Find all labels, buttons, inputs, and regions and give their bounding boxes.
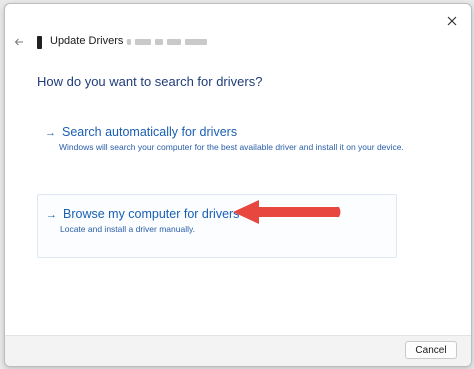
option-title-row: → Search automatically for drivers xyxy=(45,125,237,139)
close-icon xyxy=(447,16,457,26)
browse-computer-option[interactable]: → Browse my computer for drivers Locate a… xyxy=(37,194,397,258)
redaction-block xyxy=(167,39,181,45)
search-automatically-option[interactable]: → Search automatically for drivers Window… xyxy=(37,119,404,171)
back-arrow-icon xyxy=(14,38,23,46)
dialog-footer: Cancel xyxy=(5,335,471,366)
back-button[interactable] xyxy=(11,34,27,50)
option-title: Browse my computer for drivers xyxy=(63,207,240,221)
red-arrow-annotation-icon xyxy=(233,200,341,224)
option-title-row: → Browse my computer for drivers xyxy=(46,207,239,221)
close-button[interactable] xyxy=(441,10,463,32)
window-title: Update Drivers - xyxy=(50,35,131,47)
option-description: Windows will search your computer for th… xyxy=(59,142,404,152)
redaction-block xyxy=(185,39,207,45)
cancel-button[interactable]: Cancel xyxy=(405,341,457,359)
arrow-right-icon: → xyxy=(45,127,56,139)
option-title: Search automatically for drivers xyxy=(62,125,238,139)
device-icon xyxy=(37,36,42,49)
arrow-right-icon: → xyxy=(46,209,57,221)
update-drivers-dialog: Update Drivers - How do you want to sear… xyxy=(4,3,472,367)
redaction-block xyxy=(135,39,151,45)
redaction-block xyxy=(155,39,163,45)
redacted-device-name xyxy=(127,36,222,48)
redaction-block xyxy=(127,39,131,45)
page-heading: How do you want to search for drivers? xyxy=(37,74,263,89)
title-bar: Update Drivers - xyxy=(5,30,471,56)
